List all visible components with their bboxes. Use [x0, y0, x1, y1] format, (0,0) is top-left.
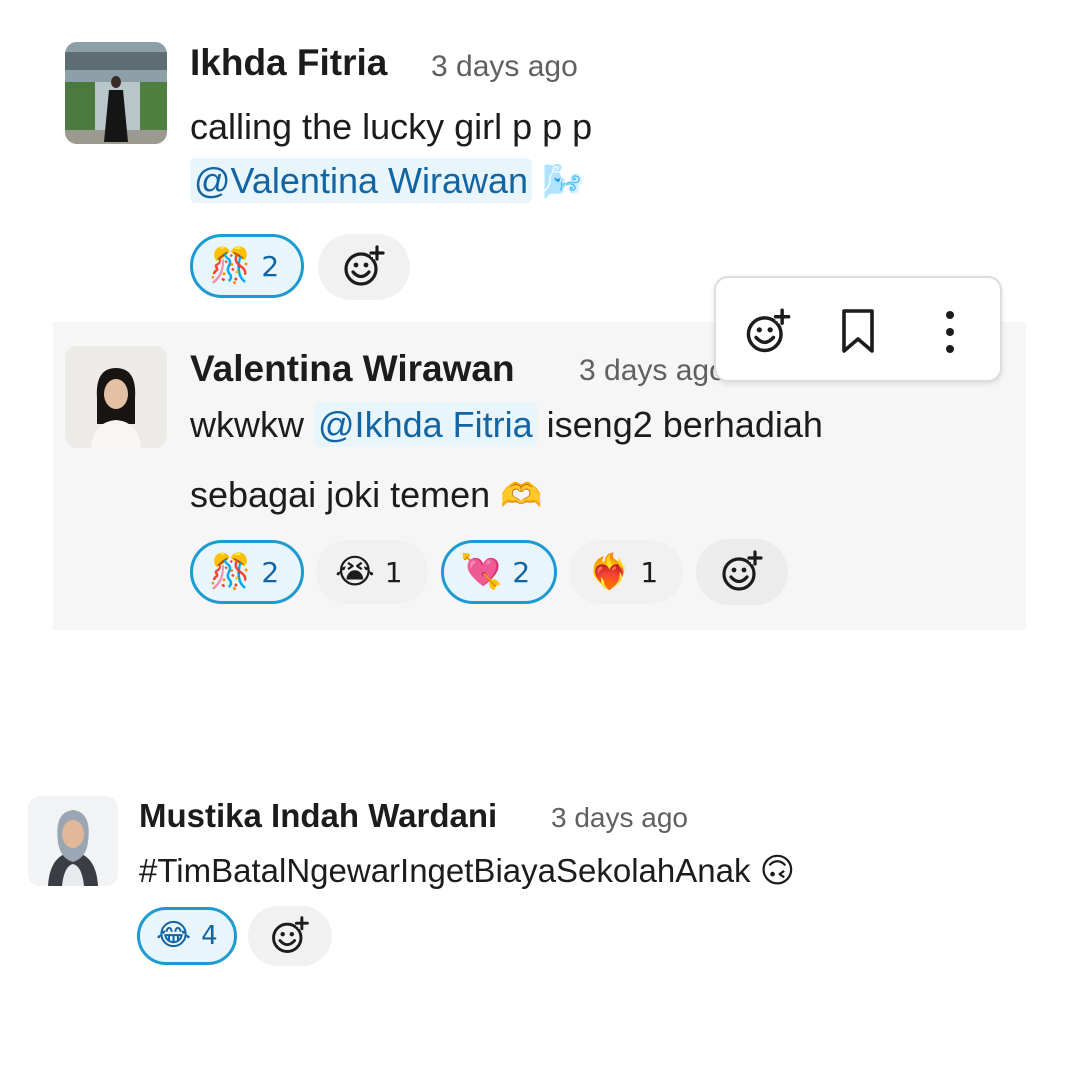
reaction-joy[interactable]: 😂 4 [137, 907, 237, 965]
reaction-confetti[interactable]: 🎊 2 [190, 234, 304, 298]
message-text: calling the lucky girl p p p [190, 106, 593, 147]
reaction-emoji: ❤️‍🔥 [588, 553, 631, 591]
bookmark-icon [842, 309, 874, 353]
reaction-count: 4 [201, 921, 218, 951]
add-reaction-icon [746, 308, 791, 353]
add-reaction-button[interactable] [248, 906, 332, 966]
reaction-heart-fire[interactable]: ❤️‍🔥 1 [569, 540, 683, 604]
reaction-confetti[interactable]: 🎊 2 [190, 540, 304, 604]
author-name[interactable]: Valentina Wirawan [190, 348, 515, 390]
add-reaction-button[interactable] [696, 539, 788, 605]
more-actions-button[interactable] [920, 302, 980, 362]
reaction-count: 1 [640, 555, 659, 589]
reaction-count: 2 [261, 249, 280, 283]
timestamp[interactable]: 3 days ago [579, 354, 726, 388]
timestamp[interactable]: 3 days ago [551, 802, 688, 834]
bookmark-button[interactable] [828, 302, 888, 362]
message-text-line2: sebagai joki temen 🫶 [190, 474, 543, 516]
add-reaction-button[interactable] [738, 302, 798, 362]
message-actions-toolbar [714, 276, 1002, 382]
add-reaction-button[interactable] [318, 234, 410, 300]
reaction-crying[interactable]: 😭 1 [316, 540, 428, 604]
reaction-count: 2 [512, 555, 531, 589]
author-name[interactable]: Mustika Indah Wardani [139, 797, 497, 835]
reaction-emoji: 😂 [156, 919, 192, 952]
user-mention[interactable]: @Ikhda Fitria [314, 402, 537, 447]
author-name[interactable]: Ikhda Fitria [190, 42, 387, 84]
heart-hands-emoji: 🫶 [500, 477, 543, 515]
timestamp[interactable]: 3 days ago [431, 50, 578, 84]
add-reaction-icon [344, 245, 385, 286]
reaction-emoji: 💘 [460, 553, 503, 591]
hashtag-text: #TimBatalNgewarIngetBiayaSekolahAnak [139, 852, 751, 889]
text-suffix: iseng2 berhadiah [546, 404, 823, 445]
avatar[interactable] [65, 42, 167, 144]
reaction-emoji: 🎊 [209, 247, 252, 285]
text-line2: sebagai joki temen [190, 474, 491, 515]
reaction-heart-arrow[interactable]: 💘 2 [441, 540, 557, 604]
reaction-count: 2 [261, 555, 280, 589]
message-text-line1: wkwkw @Ikhda Fitria iseng2 berhadiah [190, 402, 823, 447]
upside-down-emoji: 🙃 [759, 852, 796, 890]
more-actions-icon [946, 311, 954, 353]
reaction-emoji: 😭 [335, 553, 375, 591]
add-reaction-icon [722, 550, 763, 591]
add-reaction-icon [272, 916, 309, 953]
reaction-emoji: 🎊 [209, 553, 252, 591]
avatar[interactable] [65, 346, 167, 448]
message-text-line2: @Valentina Wirawan 🌬️ [190, 158, 585, 203]
reaction-count: 1 [384, 555, 403, 589]
message-text: #TimBatalNgewarIngetBiayaSekolahAnak 🙃 [139, 851, 795, 891]
text-prefix: wkwkw [190, 404, 304, 445]
user-mention[interactable]: @Valentina Wirawan [190, 158, 533, 203]
wind-emoji: 🌬️ [542, 163, 585, 201]
avatar[interactable] [28, 796, 118, 886]
